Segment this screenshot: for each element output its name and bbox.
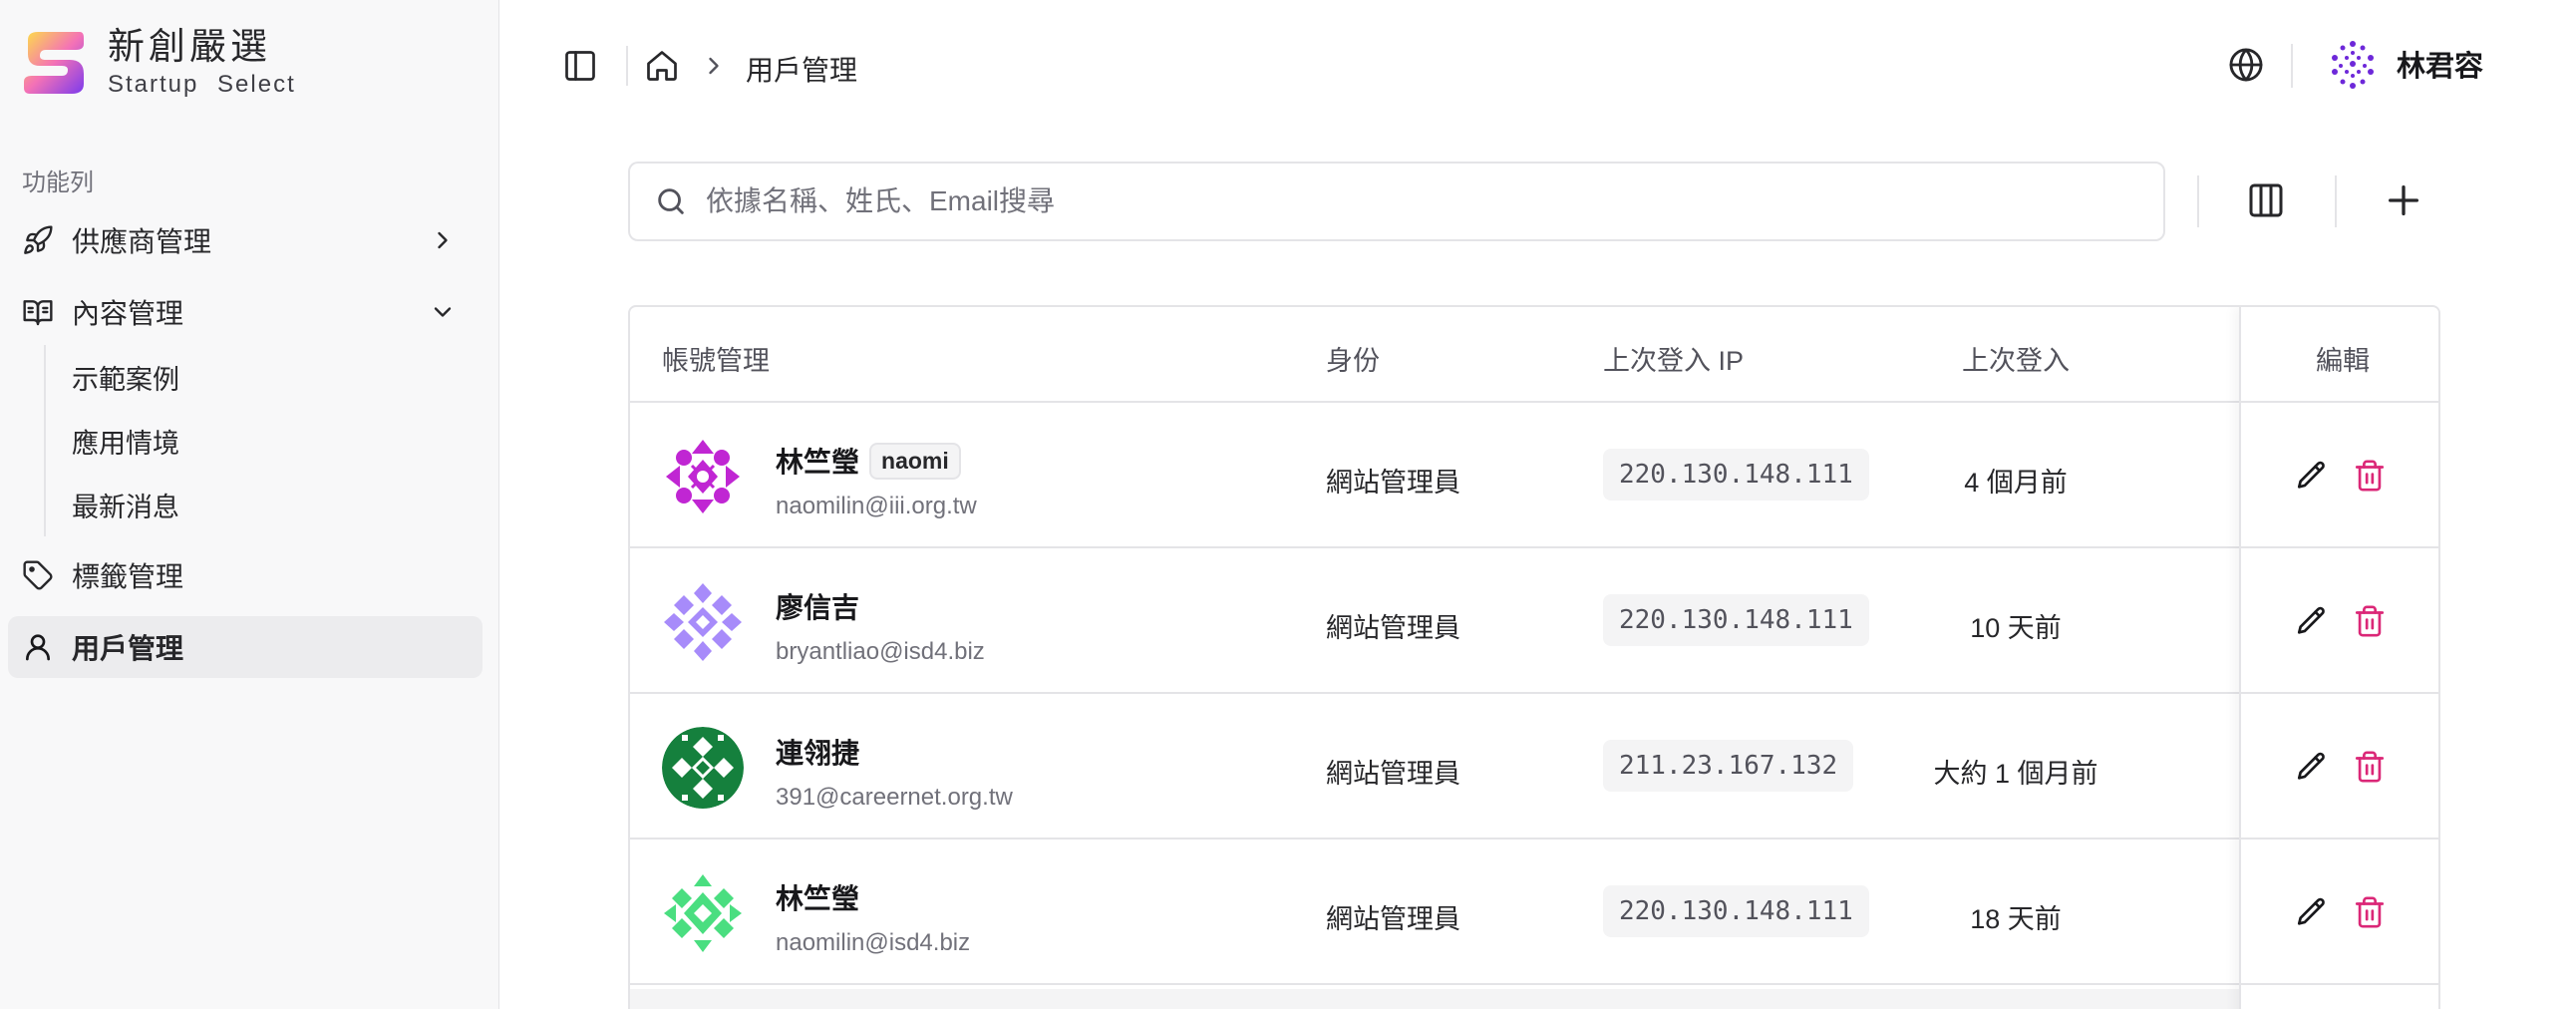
user-icon [20, 629, 56, 665]
columns-toggle-button[interactable] [2233, 168, 2299, 233]
sidebar-item-label: 供應商管理 [72, 226, 212, 257]
user-name: 林竺瑩 [776, 883, 860, 914]
user-role: 網站管理員 [1326, 613, 1460, 643]
user-name-line: 林竺瑩 [776, 877, 859, 917]
edit-pencil-icon[interactable] [2295, 895, 2329, 929]
sidebar-toggle-icon[interactable] [562, 48, 598, 84]
chevron-right-icon [438, 231, 448, 249]
sidebar: 新創嚴選 Startup Select 功能列 供應商管理 內容管理 示範案例 … [0, 0, 499, 1009]
globe-icon[interactable] [2227, 46, 2265, 84]
last-login-time: 18 天前 [1970, 904, 2062, 934]
sidebar-item-tags[interactable]: 標籤管理 [8, 544, 483, 606]
search-box[interactable] [628, 162, 2165, 241]
users-table: 帳號管理 身份 上次登入 IP 上次登入 林竺瑩 naomi naomilin@… [628, 305, 2440, 1009]
avatar [662, 581, 744, 663]
delete-trash-icon[interactable] [2353, 750, 2387, 784]
breadcrumb-current: 用戶管理 [746, 55, 858, 86]
submenu-item-cases[interactable]: 示範案例 [46, 345, 473, 409]
user-name-line: 連翎捷 [776, 732, 859, 772]
row-actions [2241, 694, 2438, 840]
header-divider [2291, 44, 2293, 88]
last-login-time: 大約 1 個月前 [1933, 759, 2098, 789]
startup-select-logo [24, 31, 84, 94]
last-login-ip: 220.130.148.111 [1603, 594, 1869, 646]
sidebar-item-label: 用戶管理 [72, 633, 184, 664]
content-submenu: 示範案例 應用情境 最新消息 [44, 345, 473, 536]
current-user-name: 林君容 [2397, 51, 2484, 83]
user-email: bryantliao@isd4.biz [776, 638, 985, 665]
plus-icon [2389, 185, 2418, 215]
submenu-item-scenarios[interactable]: 應用情境 [46, 409, 473, 473]
brand-subtitle: Startup Select [108, 71, 296, 98]
user-name: 連翎捷 [776, 738, 860, 769]
sidebar-item-vendors[interactable]: 供應商管理 [8, 209, 483, 271]
sidebar-section-label: 功能列 [22, 169, 94, 196]
last-login-ip: 220.130.148.111 [1603, 449, 1869, 501]
user-menu[interactable]: 林君容 [2325, 36, 2483, 92]
brand-title: 新創嚴選 [108, 26, 271, 67]
brand[interactable]: 新創嚴選 Startup Select [22, 28, 296, 97]
edit-column-header: 編輯 [2241, 307, 2438, 403]
column-header-role[interactable]: 身份 [1326, 339, 1380, 378]
user-email: 391@careernet.org.tw [776, 784, 1013, 811]
avatar [2325, 36, 2381, 92]
book-open-icon [20, 294, 56, 330]
table-row[interactable]: 林竺瑩 naomilin@isd4.biz 網站管理員 220.130.148.… [630, 840, 2438, 985]
last-login-ip: 211.23.167.132 [1603, 740, 1854, 792]
last-login-time: 4 個月前 [1964, 468, 2068, 498]
row-actions [2241, 403, 2438, 548]
user-name-line: 林竺瑩 naomi [776, 441, 961, 481]
tag-icon [20, 557, 56, 593]
user-role: 網站管理員 [1326, 904, 1460, 934]
column-header-last-ip[interactable]: 上次登入 IP [1603, 339, 1744, 378]
sidebar-item-label: 內容管理 [72, 298, 184, 329]
sidebar-item-label: 標籤管理 [72, 561, 184, 592]
column-header-edit: 編輯 [2316, 346, 2370, 376]
search-icon [658, 188, 684, 214]
toolbar-divider [2335, 175, 2337, 227]
columns-icon [2249, 183, 2283, 217]
edit-pencil-icon[interactable] [2295, 459, 2329, 493]
user-name-line: 廖信吉 [776, 586, 859, 626]
column-header-last-login[interactable]: 上次登入 [1876, 339, 2155, 378]
user-role: 網站管理員 [1326, 759, 1460, 789]
edit-pencil-icon[interactable] [2295, 750, 2329, 784]
sidebar-item-users[interactable]: 用戶管理 [8, 616, 483, 678]
last-login-time: 10 天前 [1970, 613, 2062, 643]
home-icon[interactable] [644, 48, 680, 84]
toolbar-divider [2197, 175, 2199, 227]
last-login-ip: 220.130.148.111 [1603, 885, 1869, 937]
row-actions [2241, 548, 2438, 694]
user-role: 網站管理員 [1326, 468, 1460, 498]
chevron-right-icon [709, 57, 719, 75]
user-email: naomilin@isd4.biz [776, 929, 971, 956]
row-actions [2241, 840, 2438, 985]
avatar [662, 872, 744, 954]
edit-pencil-icon[interactable] [2295, 604, 2329, 638]
delete-trash-icon[interactable] [2353, 895, 2387, 929]
user-email: naomilin@iii.org.tw [776, 493, 977, 519]
table-row[interactable]: 廖信吉 bryantliao@isd4.biz 網站管理員 220.130.14… [630, 548, 2438, 694]
avatar [662, 727, 744, 809]
table-row[interactable]: 連翎捷 391@careernet.org.tw 網站管理員 211.23.16… [630, 694, 2438, 840]
column-header-account[interactable]: 帳號管理 [662, 339, 770, 378]
next-row-peek [630, 989, 2239, 1009]
nickname-badge: naomi [869, 442, 961, 480]
delete-trash-icon[interactable] [2353, 604, 2387, 638]
search-input[interactable] [706, 185, 2101, 217]
top-header: 用戶管理 林君容 [500, 0, 2576, 132]
user-name: 林竺瑩 [776, 447, 860, 478]
header-divider [626, 46, 628, 86]
edit-column: 編輯 [2239, 307, 2438, 1009]
rocket-icon [20, 222, 56, 258]
add-user-button[interactable] [2371, 168, 2436, 233]
table-header: 帳號管理 身份 上次登入 IP 上次登入 [630, 307, 2438, 403]
delete-trash-icon[interactable] [2353, 459, 2387, 493]
submenu-item-news[interactable]: 最新消息 [46, 473, 473, 536]
avatar [662, 436, 744, 517]
table-row[interactable]: 林竺瑩 naomi naomilin@iii.org.tw 網站管理員 220.… [630, 403, 2438, 548]
user-name: 廖信吉 [776, 592, 860, 623]
chevron-down-icon [434, 307, 452, 317]
sidebar-item-content[interactable]: 內容管理 [8, 281, 483, 343]
